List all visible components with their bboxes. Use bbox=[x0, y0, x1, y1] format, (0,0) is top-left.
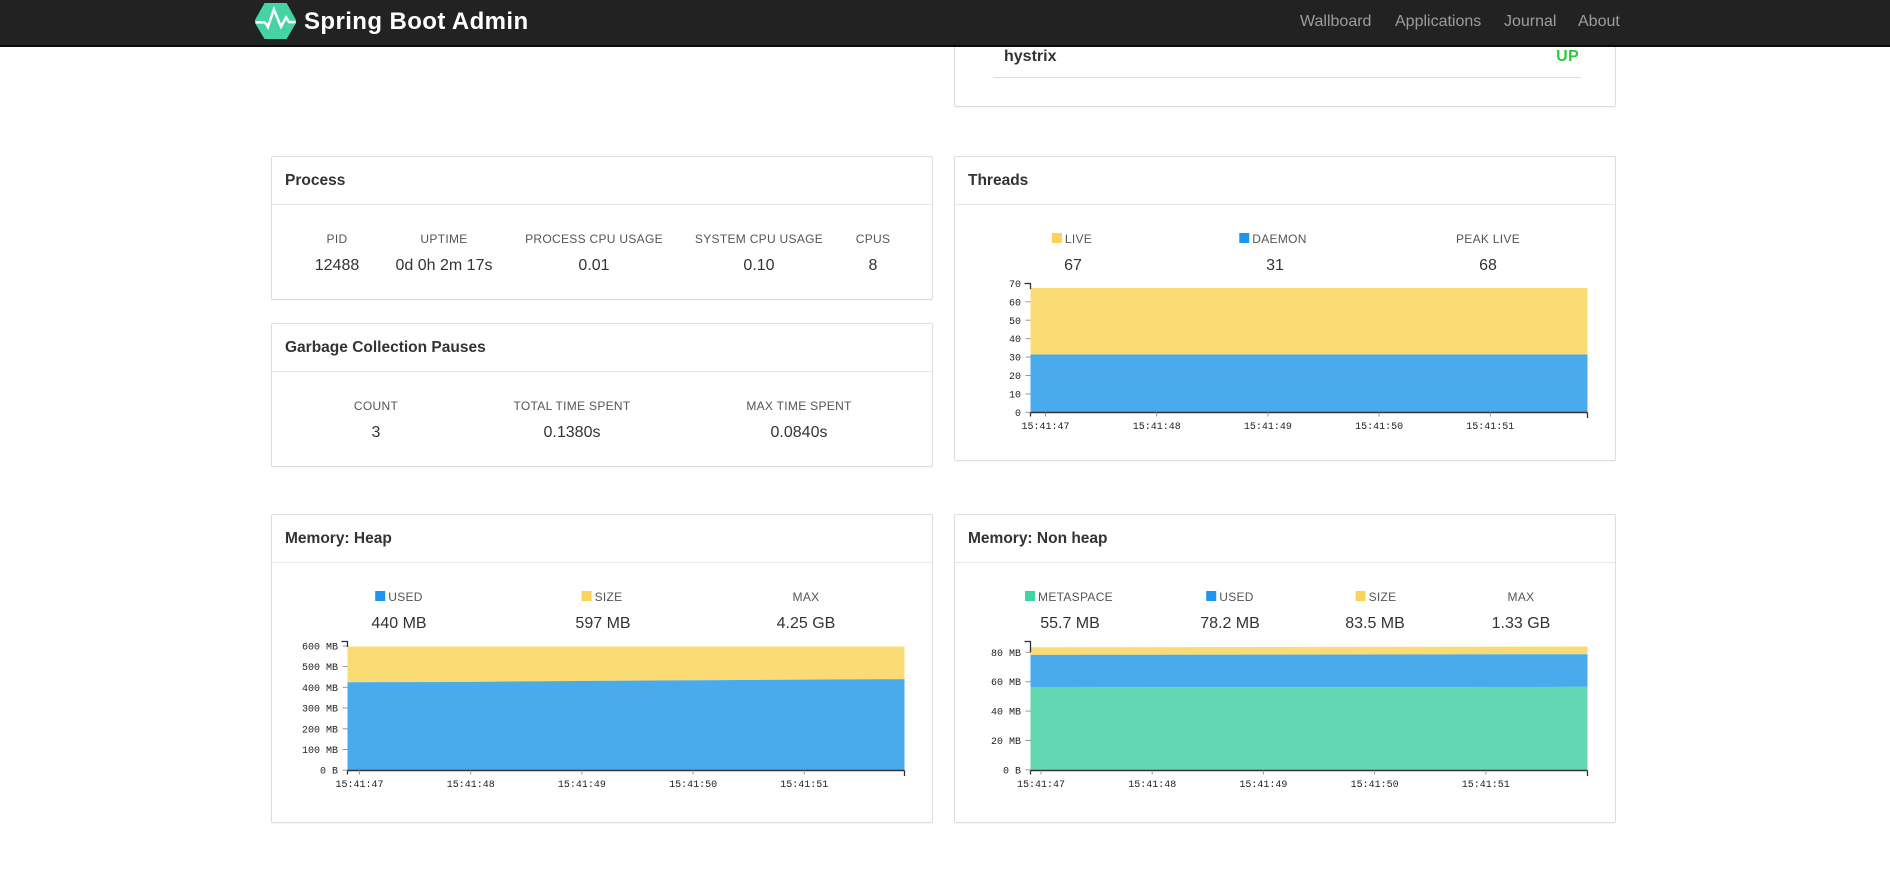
svg-text:15:41:49: 15:41:49 bbox=[1244, 422, 1292, 433]
svg-text:60: 60 bbox=[1009, 298, 1021, 309]
svg-text:40: 40 bbox=[1009, 335, 1021, 346]
svg-text:10: 10 bbox=[1009, 391, 1021, 402]
svg-text:20 MB: 20 MB bbox=[991, 737, 1021, 748]
svg-text:15:41:47: 15:41:47 bbox=[1017, 780, 1065, 791]
svg-text:0 B: 0 B bbox=[320, 767, 338, 778]
svg-text:200 MB: 200 MB bbox=[302, 725, 338, 736]
svg-text:300 MB: 300 MB bbox=[302, 705, 338, 716]
svg-text:600 MB: 600 MB bbox=[302, 642, 338, 653]
svg-text:0: 0 bbox=[1015, 409, 1021, 420]
svg-text:100 MB: 100 MB bbox=[302, 746, 338, 757]
svg-text:15:41:47: 15:41:47 bbox=[1021, 422, 1069, 433]
svg-text:15:41:50: 15:41:50 bbox=[1351, 780, 1399, 791]
svg-text:70: 70 bbox=[1009, 280, 1021, 291]
svg-text:40 MB: 40 MB bbox=[991, 708, 1021, 719]
svg-text:15:41:50: 15:41:50 bbox=[669, 780, 717, 791]
svg-text:15:41:49: 15:41:49 bbox=[1239, 780, 1287, 791]
svg-text:400 MB: 400 MB bbox=[302, 684, 338, 695]
svg-text:15:41:47: 15:41:47 bbox=[335, 780, 383, 791]
svg-text:15:41:49: 15:41:49 bbox=[558, 780, 606, 791]
svg-text:15:41:48: 15:41:48 bbox=[1128, 780, 1176, 791]
svg-text:15:41:48: 15:41:48 bbox=[1133, 422, 1181, 433]
svg-text:60 MB: 60 MB bbox=[991, 678, 1021, 689]
svg-text:30: 30 bbox=[1009, 354, 1021, 365]
svg-text:80 MB: 80 MB bbox=[991, 649, 1021, 660]
svg-text:50: 50 bbox=[1009, 317, 1021, 328]
svg-text:0 B: 0 B bbox=[1003, 766, 1021, 777]
svg-text:15:41:50: 15:41:50 bbox=[1355, 422, 1403, 433]
svg-text:20: 20 bbox=[1009, 372, 1021, 383]
svg-text:500 MB: 500 MB bbox=[302, 663, 338, 674]
svg-text:15:41:51: 15:41:51 bbox=[1462, 780, 1510, 791]
svg-text:15:41:51: 15:41:51 bbox=[780, 780, 828, 791]
svg-text:15:41:51: 15:41:51 bbox=[1466, 422, 1514, 433]
svg-text:15:41:48: 15:41:48 bbox=[447, 780, 495, 791]
